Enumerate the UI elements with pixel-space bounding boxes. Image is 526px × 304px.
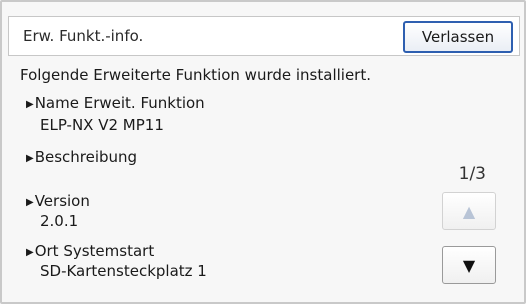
page-title: Erw. Funkt.-info. <box>23 27 144 45</box>
item-name-label: ▶Name Erweit. Funktion <box>26 94 205 112</box>
scroll-down-button[interactable]: ▼ <box>442 246 496 284</box>
screen: Erw. Funkt.-info. Verlassen Folgende Erw… <box>0 0 526 304</box>
item-description-label: ▶Beschreibung <box>26 148 138 166</box>
bullet-icon: ▶ <box>26 153 34 164</box>
bullet-icon: ▶ <box>26 197 34 208</box>
item-name-value: ELP-NX V2 MP11 <box>40 116 164 134</box>
item-version-label: ▶Version <box>26 192 90 210</box>
exit-button[interactable]: Verlassen <box>403 21 513 53</box>
bullet-icon: ▶ <box>26 99 34 110</box>
arrow-up-icon: ▲ <box>462 201 476 221</box>
intro-text: Folgende Erweiterte Funktion wurde insta… <box>20 66 371 84</box>
page-indicator: 1/3 <box>458 164 486 184</box>
title-bar: Erw. Funkt.-info. Verlassen <box>8 16 520 56</box>
bullet-icon: ▶ <box>26 247 34 258</box>
item-boot-location-value: SD-Kartensteckplatz 1 <box>40 262 207 280</box>
item-version-value: 2.0.1 <box>40 212 79 230</box>
scroll-up-button[interactable]: ▲ <box>442 192 496 230</box>
arrow-down-icon: ▼ <box>462 255 476 275</box>
item-boot-location-label: ▶Ort Systemstart <box>26 242 155 260</box>
